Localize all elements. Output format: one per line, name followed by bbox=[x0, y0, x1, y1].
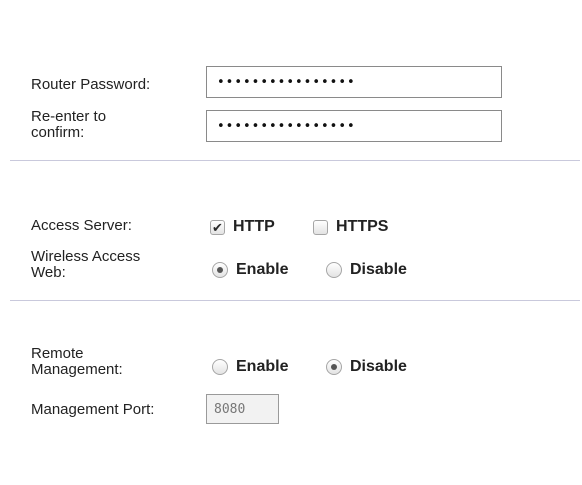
reenter-password-input[interactable] bbox=[206, 110, 502, 142]
remote-disable-radio-option[interactable]: Disable bbox=[326, 358, 407, 376]
management-port-label: Management Port: bbox=[31, 401, 155, 418]
radio-dot-icon bbox=[217, 267, 223, 273]
remote-enable-radio-option[interactable]: Enable bbox=[212, 358, 288, 376]
remote-disable-label: Disable bbox=[350, 358, 407, 375]
router-password-label: Router Password: bbox=[31, 76, 151, 93]
radio-dot-icon bbox=[331, 364, 337, 370]
router-password-input[interactable] bbox=[206, 66, 502, 98]
wireless-enable-label: Enable bbox=[236, 261, 289, 278]
wireless-disable-label: Disable bbox=[350, 261, 407, 278]
wireless-access-web-label: Wireless Access Web: bbox=[31, 248, 141, 281]
http-checkbox[interactable]: ✔ bbox=[210, 219, 225, 235]
remote-management-label: Remote Management: bbox=[31, 345, 123, 378]
section-divider bbox=[10, 160, 580, 161]
access-server-label: Access Server: bbox=[31, 217, 132, 234]
reenter-password-label: Re-enter to confirm: bbox=[31, 108, 107, 141]
http-checkbox-option[interactable]: ✔ HTTP bbox=[210, 218, 275, 236]
wireless-enable-radio-option[interactable]: Enable bbox=[212, 261, 288, 279]
https-checkbox[interactable] bbox=[313, 219, 328, 235]
remote-disable-radio[interactable] bbox=[326, 359, 342, 375]
wireless-disable-radio-option[interactable]: Disable bbox=[326, 261, 407, 279]
https-label: HTTPS bbox=[336, 218, 389, 235]
wireless-enable-radio[interactable] bbox=[212, 262, 228, 278]
section-divider bbox=[10, 300, 580, 301]
remote-enable-label: Enable bbox=[236, 358, 289, 375]
remote-enable-radio[interactable] bbox=[212, 359, 228, 375]
https-checkbox-option[interactable]: HTTPS bbox=[313, 218, 388, 236]
wireless-disable-radio[interactable] bbox=[326, 262, 342, 278]
management-port-input[interactable] bbox=[206, 394, 279, 424]
http-label: HTTP bbox=[233, 218, 275, 235]
checkmark-icon: ✔ bbox=[212, 219, 223, 235]
